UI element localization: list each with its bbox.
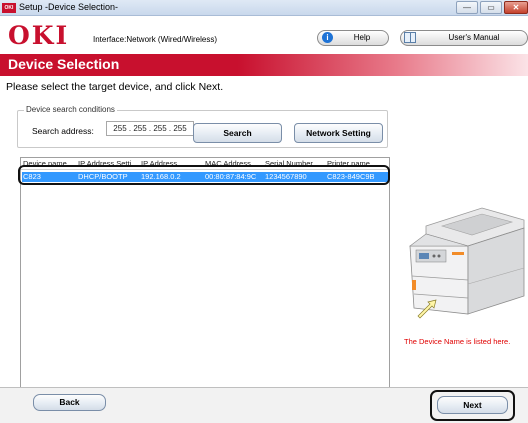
search-conditions-legend: Device search conditions xyxy=(24,105,117,114)
close-button[interactable]: ✕ xyxy=(504,1,528,14)
users-manual-label: User's Manual xyxy=(448,33,500,42)
page-title: Device Selection xyxy=(8,56,120,72)
info-icon: i xyxy=(322,32,333,43)
users-manual-button[interactable]: User's Manual xyxy=(400,30,528,46)
selected-row-callout xyxy=(18,165,390,185)
help-button[interactable]: i Help xyxy=(317,30,389,46)
window-title: Setup -Device Selection- xyxy=(19,2,119,12)
network-setting-button[interactable]: Network Setting xyxy=(294,123,383,143)
search-button[interactable]: Search xyxy=(193,123,282,143)
help-button-label: Help xyxy=(353,33,371,42)
back-button[interactable]: Back xyxy=(33,394,106,411)
book-icon xyxy=(404,32,416,43)
oki-logo: OKI xyxy=(8,21,70,50)
printer-illustration xyxy=(409,207,525,319)
window-titlebar: OKI Setup -Device Selection- — ▭ ✕ xyxy=(0,0,528,16)
footer-bar: Back Next xyxy=(0,388,528,423)
next-button-callout xyxy=(430,390,515,421)
search-conditions-group: Device search conditions Search address:… xyxy=(17,105,388,148)
device-list[interactable]: Device name IP Address Setti IP Address … xyxy=(20,157,390,388)
search-address-input[interactable]: 255 . 255 . 255 . 255 xyxy=(106,121,194,136)
section-bar: Device Selection xyxy=(0,54,528,76)
minimize-button[interactable]: — xyxy=(456,1,478,14)
search-address-label: Search address: xyxy=(32,126,94,136)
maximize-button[interactable]: ▭ xyxy=(480,1,502,14)
instruction-text: Please select the target device, and cli… xyxy=(6,81,224,93)
interface-label: Interface:Network (Wired/Wireless) xyxy=(93,35,218,44)
app-icon: OKI xyxy=(2,3,16,13)
device-name-caption: The Device Name is listed here. xyxy=(404,337,511,346)
app-header: OKI Interface:Network (Wired/Wireless) i… xyxy=(0,16,528,54)
